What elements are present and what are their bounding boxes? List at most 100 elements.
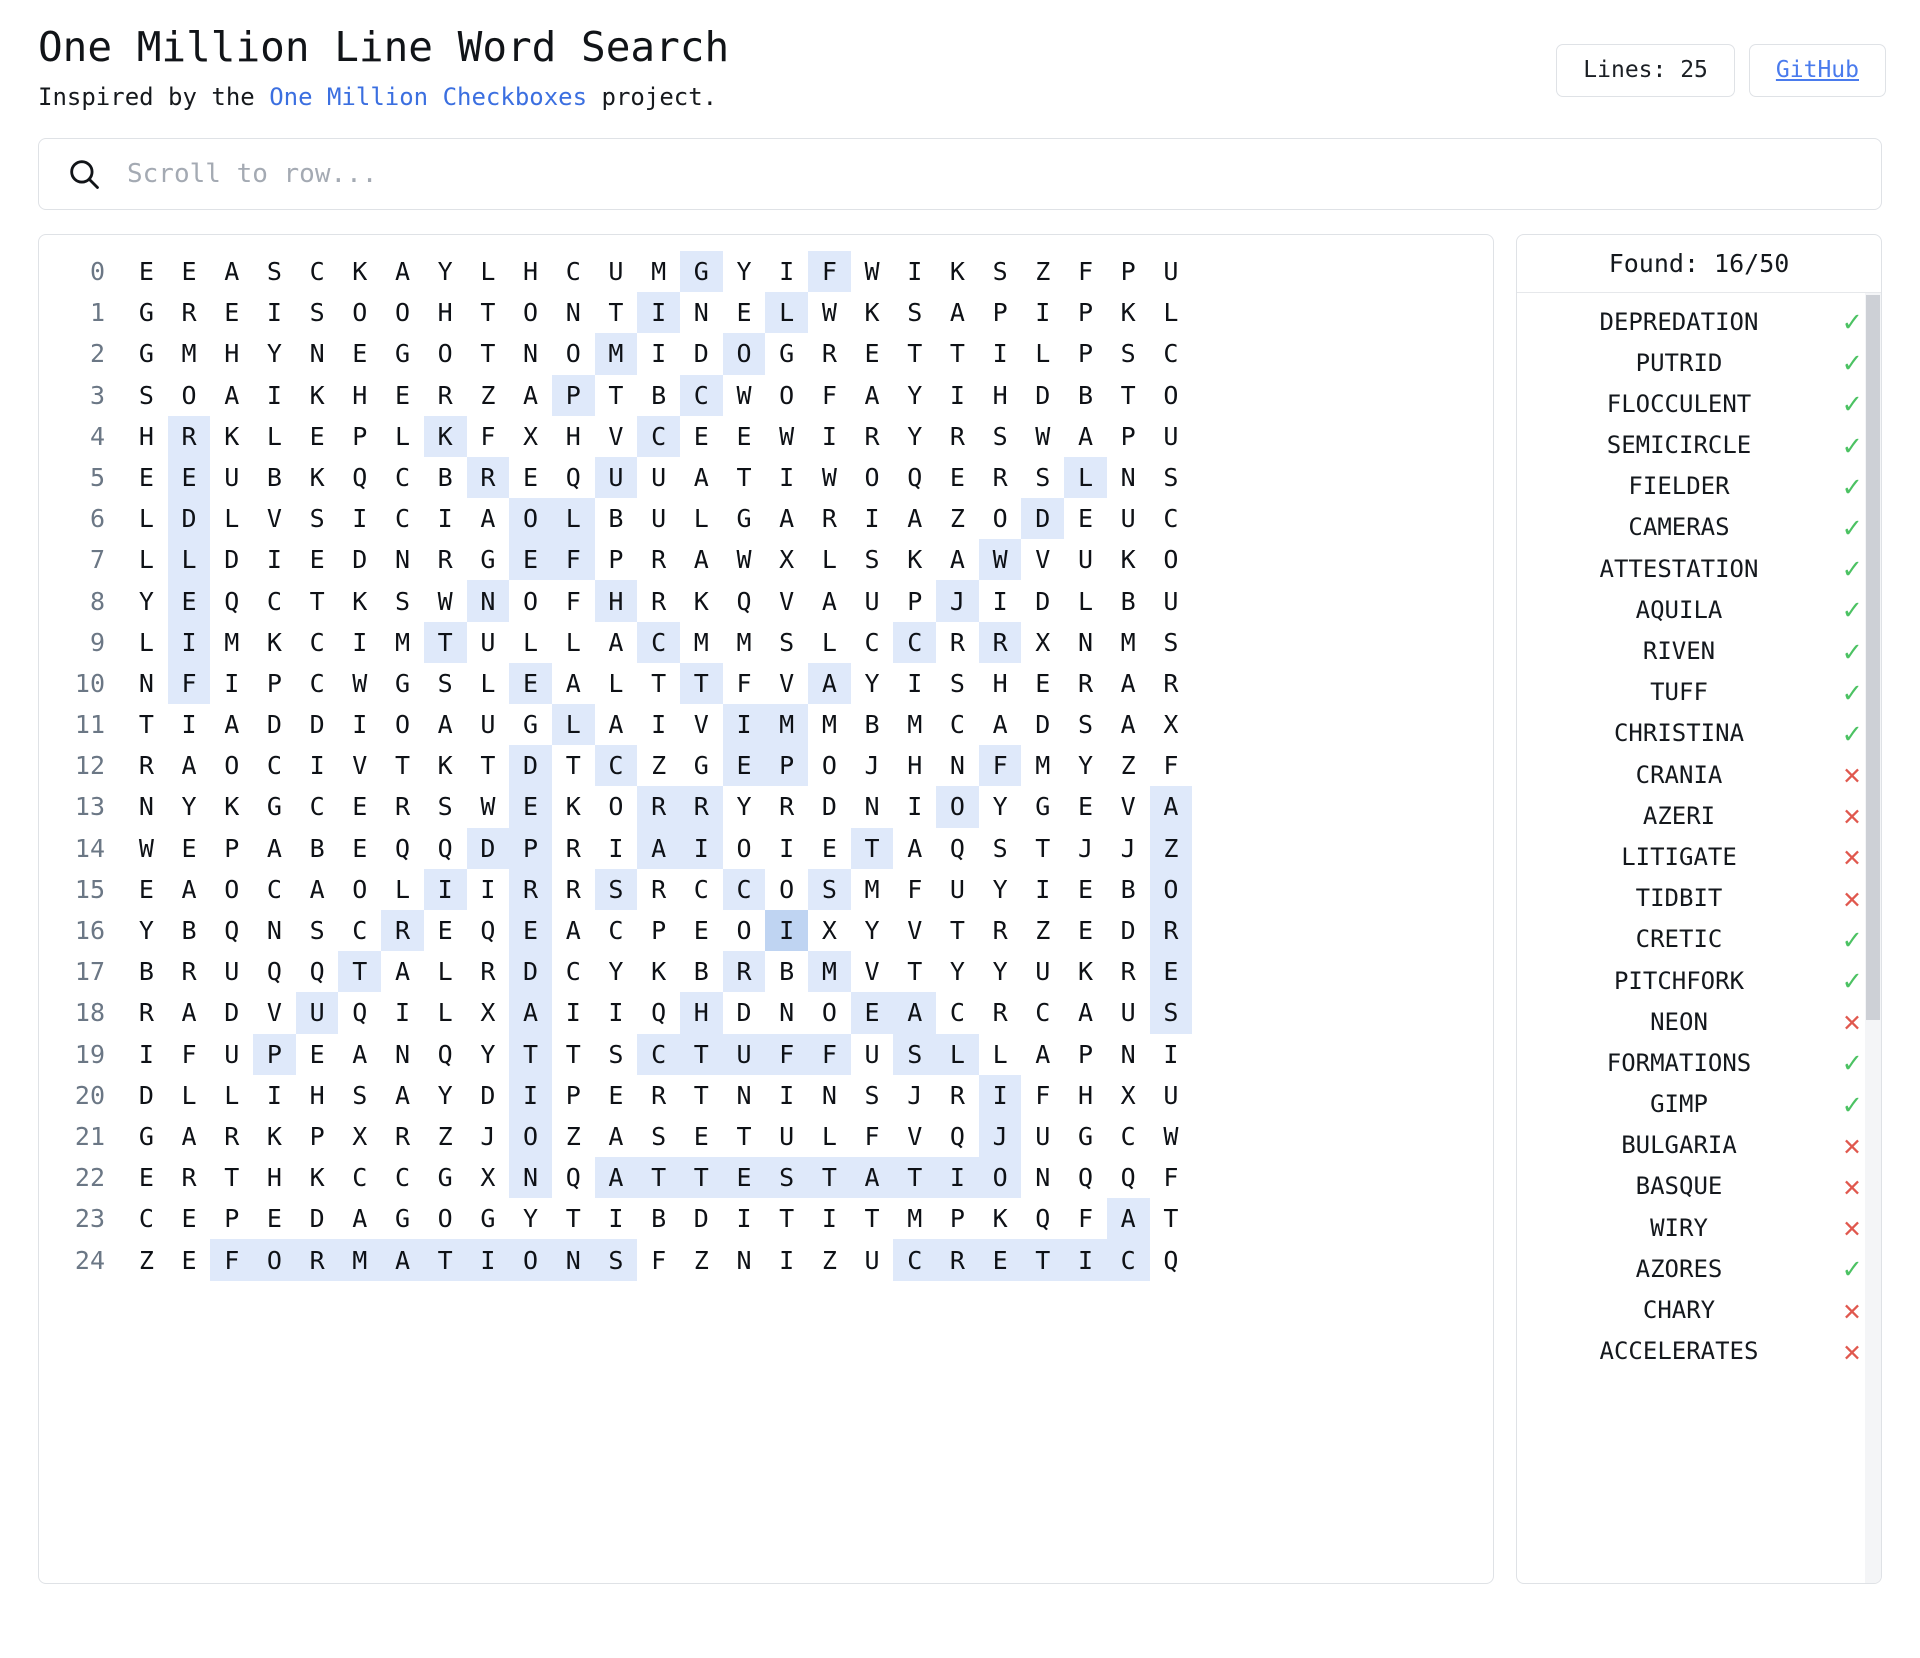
grid-cell[interactable]: O bbox=[338, 292, 381, 333]
grid-cell[interactable]: Q bbox=[637, 992, 680, 1033]
grid-cell[interactable]: D bbox=[509, 745, 552, 787]
grid-cell[interactable]: U bbox=[1150, 1075, 1193, 1116]
grid-cell[interactable]: Y bbox=[424, 1075, 467, 1116]
grid-cell[interactable]: Z bbox=[808, 1239, 851, 1280]
grid-cell[interactable]: S bbox=[296, 498, 339, 539]
grid-cell[interactable]: T bbox=[679, 1157, 723, 1199]
grid-cell[interactable]: T bbox=[595, 375, 638, 416]
grid-cell[interactable]: F bbox=[637, 1239, 680, 1280]
grid-cell[interactable]: U bbox=[637, 457, 680, 498]
grid-cell[interactable]: N bbox=[509, 1157, 552, 1199]
grid-cell[interactable]: I bbox=[893, 251, 936, 292]
grid-cell[interactable]: Y bbox=[723, 251, 766, 292]
grid-cell[interactable]: E bbox=[296, 1034, 339, 1075]
grid-cell[interactable]: H bbox=[679, 992, 723, 1034]
grid-cell[interactable]: O bbox=[338, 869, 381, 910]
grid-cell[interactable]: P bbox=[979, 292, 1022, 333]
grid-cell[interactable]: W bbox=[1150, 1116, 1193, 1157]
grid-cell[interactable]: U bbox=[765, 1116, 808, 1157]
grid-cell[interactable]: K bbox=[893, 539, 936, 580]
grid-cell[interactable]: M bbox=[338, 1239, 382, 1281]
grid-cell[interactable]: I bbox=[893, 663, 936, 704]
grid-cell[interactable]: S bbox=[979, 416, 1022, 457]
grid-cell[interactable]: Q bbox=[296, 951, 339, 992]
word-list-scrollbar-thumb[interactable] bbox=[1866, 294, 1880, 1020]
grid-cell[interactable]: E bbox=[509, 786, 552, 828]
grid-cell[interactable]: T bbox=[552, 1034, 595, 1075]
grid-cell[interactable]: R bbox=[637, 580, 680, 621]
search-input[interactable] bbox=[127, 138, 1853, 209]
grid-cell[interactable]: S bbox=[381, 580, 424, 621]
grid-cell[interactable]: I bbox=[851, 498, 894, 539]
grid-cell[interactable]: U bbox=[1150, 251, 1193, 292]
grid-cell[interactable]: N bbox=[125, 663, 168, 704]
grid-cell[interactable]: T bbox=[467, 333, 510, 374]
grid-cell[interactable]: Y bbox=[851, 910, 894, 951]
grid-cell[interactable]: Y bbox=[979, 951, 1022, 992]
grid-cell[interactable]: J bbox=[936, 580, 979, 622]
grid-cell[interactable]: T bbox=[296, 580, 339, 621]
grid-cell[interactable]: C bbox=[552, 251, 595, 292]
grid-cell[interactable]: B bbox=[296, 828, 339, 869]
grid-cell[interactable]: R bbox=[637, 539, 680, 580]
grid-cell[interactable]: O bbox=[723, 910, 766, 951]
grid-cell[interactable]: R bbox=[210, 1116, 253, 1157]
grid-cell[interactable]: R bbox=[467, 951, 510, 992]
grid-cell[interactable]: R bbox=[979, 992, 1022, 1033]
grid-cell[interactable]: H bbox=[338, 375, 381, 416]
grid-cell[interactable]: G bbox=[125, 292, 168, 333]
grid-cell[interactable]: S bbox=[594, 868, 638, 910]
grid-cell[interactable]: R bbox=[1107, 951, 1150, 992]
grid-cell[interactable]: Y bbox=[979, 786, 1022, 827]
grid-cell[interactable]: M bbox=[851, 869, 894, 910]
word-list-item[interactable]: SEMICIRCLE ✓ bbox=[1517, 425, 1881, 466]
grid-cell[interactable]: A bbox=[1107, 663, 1150, 704]
grid-cell[interactable]: Y bbox=[509, 1198, 552, 1239]
word-list-item[interactable]: CHRISTINA ✓ bbox=[1517, 713, 1881, 754]
grid-cell[interactable]: W bbox=[125, 828, 168, 869]
grid-cell[interactable]: D bbox=[167, 498, 211, 540]
grid-cell[interactable]: E bbox=[125, 1157, 168, 1198]
grid-cell[interactable]: M bbox=[594, 333, 638, 375]
grid-cell[interactable]: R bbox=[979, 457, 1022, 498]
grid-cell[interactable]: E bbox=[936, 457, 979, 498]
grid-cell[interactable]: I bbox=[1021, 869, 1064, 910]
grid-cell[interactable]: U bbox=[467, 704, 510, 745]
grid-cell[interactable]: I bbox=[637, 333, 680, 374]
grid-cell[interactable]: M bbox=[723, 622, 766, 663]
grid-cell[interactable]: T bbox=[1021, 1239, 1065, 1281]
grid-cell[interactable]: L bbox=[808, 622, 851, 663]
grid-cell[interactable]: Z bbox=[1021, 251, 1064, 292]
grid-cell[interactable]: T bbox=[850, 827, 894, 869]
grid-cell[interactable]: D bbox=[296, 704, 339, 745]
grid-cell[interactable]: L bbox=[1021, 333, 1064, 374]
grid-cell[interactable]: A bbox=[936, 292, 979, 333]
grid-cell[interactable]: G bbox=[467, 539, 510, 580]
grid-cell[interactable]: A bbox=[210, 375, 253, 416]
grid-cell[interactable]: I bbox=[210, 663, 253, 704]
grid-cell[interactable]: W bbox=[978, 539, 1022, 581]
word-list-item[interactable]: DEPREDATION ✓ bbox=[1517, 301, 1881, 342]
grid-cell[interactable]: L bbox=[424, 992, 467, 1033]
grid-cell[interactable]: N bbox=[1107, 1034, 1150, 1075]
grid-cell[interactable]: K bbox=[296, 375, 339, 416]
grid-cell[interactable]: L bbox=[210, 498, 253, 539]
grid-cell[interactable]: M bbox=[808, 704, 851, 745]
word-list-item[interactable]: CRANIA ✕ bbox=[1517, 754, 1881, 795]
grid-cell[interactable]: L bbox=[551, 704, 595, 746]
grid-cell[interactable]: R bbox=[381, 1116, 424, 1157]
grid-cell[interactable]: R bbox=[637, 786, 680, 828]
grid-cell[interactable]: P bbox=[338, 416, 381, 457]
grid-cell[interactable]: W bbox=[808, 457, 851, 498]
grid-cell[interactable]: T bbox=[679, 1033, 723, 1075]
grid-cell[interactable]: Y bbox=[424, 251, 467, 292]
grid-cell[interactable]: S bbox=[893, 1033, 937, 1075]
grid-cell[interactable]: Y bbox=[168, 786, 211, 827]
grid-cell[interactable]: C bbox=[1021, 992, 1064, 1033]
grid-cell[interactable]: S bbox=[1149, 992, 1193, 1034]
grid-cell[interactable]: O bbox=[936, 786, 979, 828]
grid-cell[interactable]: T bbox=[808, 1157, 851, 1199]
grid-cell[interactable]: R bbox=[125, 992, 168, 1033]
grid-cell[interactable]: A bbox=[168, 745, 211, 786]
grid-cell[interactable]: I bbox=[637, 292, 680, 334]
